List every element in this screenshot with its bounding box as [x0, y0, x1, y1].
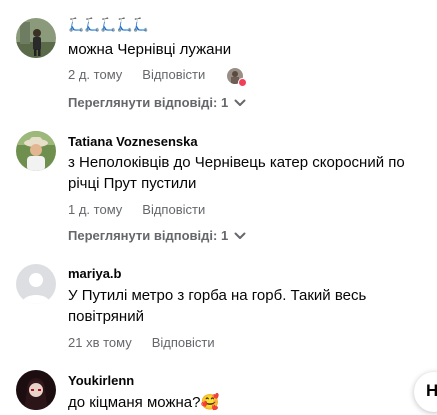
chevron-down-icon — [234, 95, 246, 110]
reply-button[interactable]: Відповісти — [142, 67, 205, 82]
reply-button[interactable]: Відповісти — [142, 202, 205, 217]
view-replies-button[interactable]: Переглянути відповіді: 1 — [68, 228, 246, 243]
comment-time[interactable]: 1 д. тому — [68, 202, 122, 217]
comment-meta: 2 д. тому Відповісти — [68, 67, 247, 87]
reply-button[interactable]: Відповісти — [152, 335, 215, 350]
comment-author[interactable]: Tatiana Voznesenska — [68, 134, 198, 149]
heart-icon — [237, 77, 247, 87]
view-replies-button[interactable]: Переглянути відповіді: 1 — [68, 95, 246, 110]
comment-meta: 21 хв тому Відповісти — [68, 335, 215, 350]
comment-author[interactable]: Youkirlenn — [68, 373, 134, 388]
avatar[interactable] — [16, 131, 56, 171]
comment-text: можна Чернівці лужани — [68, 41, 232, 58]
avatar[interactable] — [16, 18, 56, 58]
comment-time[interactable]: 21 хв тому — [68, 335, 132, 350]
comment-text: до кіцманя можна?🥰 — [68, 394, 220, 411]
comment-author[interactable]: mariya.b — [68, 266, 121, 281]
comment-text: У Путилі метро з горба на горб. Такий ве… — [68, 287, 367, 325]
comment-author[interactable]: 🛴🛴🛴🛴🛴 — [68, 17, 149, 33]
view-replies-label: Переглянути відповіді: 1 — [68, 228, 229, 243]
avatar[interactable] — [16, 264, 56, 304]
comment-time[interactable]: 2 д. тому — [68, 67, 122, 82]
comment-meta: 1 д. тому Відповісти — [68, 202, 205, 217]
chevron-down-icon — [234, 228, 246, 243]
avatar[interactable] — [16, 370, 56, 410]
floating-button-label: Н — [426, 381, 437, 400]
view-replies-label: Переглянути відповіді: 1 — [68, 95, 229, 110]
reaction-badge[interactable] — [226, 67, 247, 87]
comment-text: з Неполоківців до Чернівець катер скорос… — [68, 154, 405, 192]
